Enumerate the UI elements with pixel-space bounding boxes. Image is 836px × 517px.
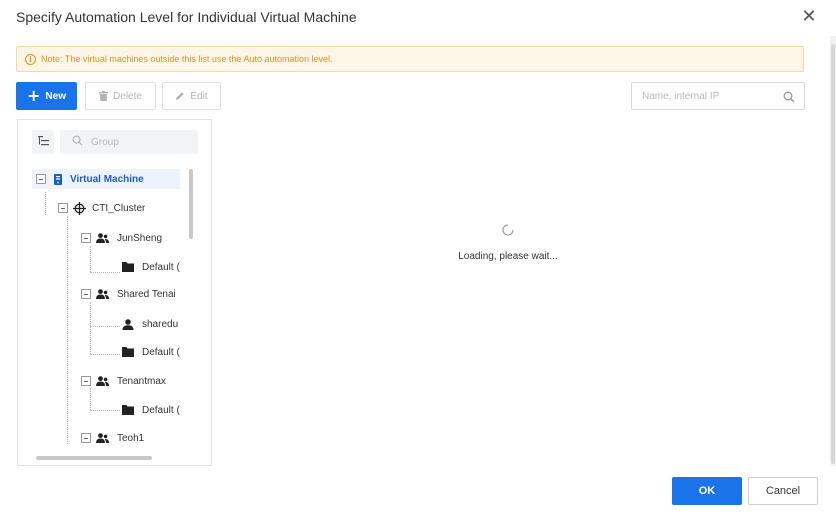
tree-node-teoh1[interactable]: Teoh1	[81, 428, 181, 448]
edit-button[interactable]: Edit	[162, 82, 221, 110]
collapse-toggle[interactable]	[81, 233, 91, 243]
close-icon[interactable]: ✕	[800, 7, 818, 25]
automation-level-dialog: Specify Automation Level for Individual …	[0, 0, 836, 517]
tree-connector	[90, 246, 91, 272]
tree-node-label: CTI_Cluster	[92, 202, 146, 214]
tree-connector	[90, 326, 120, 327]
delete-button[interactable]: Delete	[85, 82, 156, 110]
delete-button-label: Delete	[113, 90, 142, 102]
cluster-icon	[73, 201, 86, 215]
vm-search-field[interactable]	[631, 82, 805, 110]
edit-button-label: Edit	[190, 90, 208, 102]
tree-node-label: Virtual Machine	[70, 173, 144, 185]
users-icon	[96, 433, 109, 443]
tree-node-cti-cluster[interactable]: CTI_Cluster	[58, 198, 188, 218]
tree-node-default-group[interactable]: Default (	[122, 257, 180, 277]
folder-icon	[122, 405, 134, 415]
tree-node-shared-user[interactable]: sharedu	[122, 314, 180, 334]
search-icon	[72, 133, 83, 151]
group-tree-panel: Virtual Machine CTI_Cluster JunSheng Def…	[17, 119, 212, 466]
tree-connector	[90, 354, 120, 355]
group-search-input[interactable]	[91, 136, 191, 148]
server-icon	[54, 173, 62, 185]
ok-button[interactable]: OK	[672, 477, 742, 505]
users-icon	[96, 289, 109, 299]
cancel-button[interactable]: Cancel	[748, 477, 818, 505]
folder-icon	[122, 262, 134, 272]
loading-text: Loading, please wait...	[458, 251, 558, 262]
tree-node-tenantmax[interactable]: Tenantmax	[81, 371, 181, 391]
folder-icon	[122, 347, 134, 357]
pencil-icon	[175, 91, 185, 101]
tree-connector	[67, 216, 68, 444]
tree-node-label: JunSheng	[117, 232, 163, 244]
tree-node-label: sharedu	[142, 318, 179, 330]
tree-node-default-group[interactable]: Default (	[122, 342, 180, 362]
tree-connector	[90, 302, 91, 354]
vm-search-input[interactable]	[632, 83, 772, 109]
users-icon	[96, 376, 109, 386]
tree-horizontal-scrollbar[interactable]	[36, 456, 152, 460]
vm-list-area: Loading, please wait...	[212, 119, 804, 466]
collapse-toggle[interactable]	[58, 203, 68, 213]
tree-node-junsheng[interactable]: JunSheng	[81, 228, 181, 248]
loading-spinner-icon	[502, 223, 514, 241]
collapse-toggle[interactable]	[81, 376, 91, 386]
search-icon[interactable]	[783, 90, 795, 108]
tree-node-virtual-machine[interactable]: Virtual Machine	[32, 169, 180, 189]
tree-vertical-scrollbar[interactable]	[189, 169, 193, 239]
tree-node-label: Tenantmax	[117, 375, 166, 387]
new-button[interactable]: + New	[16, 82, 77, 110]
trash-icon	[99, 91, 109, 101]
group-search-field[interactable]	[60, 130, 198, 154]
tree-node-label: Teoh1	[117, 432, 145, 444]
new-button-label: New	[45, 90, 66, 102]
tree-connector	[90, 272, 120, 273]
tree-node-default-group[interactable]: Default (	[122, 400, 180, 420]
info-icon: i	[25, 53, 36, 65]
tree-view-icon	[37, 133, 49, 151]
tree-toggle-button[interactable]	[32, 130, 54, 154]
tree-node-shared-tenant[interactable]: Shared Tenai	[81, 284, 180, 304]
tree-node-label: Default (	[142, 261, 180, 273]
dialog-title: Specify Automation Level for Individual …	[16, 9, 357, 25]
dialog-scrollbar-thumb[interactable]	[831, 44, 835, 464]
tree-node-label: Shared Tenai	[117, 288, 176, 300]
notice-text: Note: The virtual machines outside this …	[41, 54, 333, 64]
tree-node-label: Default (	[142, 404, 180, 416]
users-icon	[96, 233, 109, 243]
tree-connector	[90, 388, 91, 410]
user-icon	[122, 318, 134, 330]
collapse-toggle[interactable]	[81, 433, 91, 443]
notice-banner: i Note: The virtual machines outside thi…	[16, 46, 804, 72]
plus-icon: +	[27, 86, 41, 105]
tree-node-label: Default (	[142, 346, 180, 358]
collapse-toggle[interactable]	[81, 289, 91, 299]
collapse-toggle[interactable]	[36, 174, 46, 184]
tree-connector	[90, 410, 120, 411]
tree-connector	[45, 192, 46, 215]
